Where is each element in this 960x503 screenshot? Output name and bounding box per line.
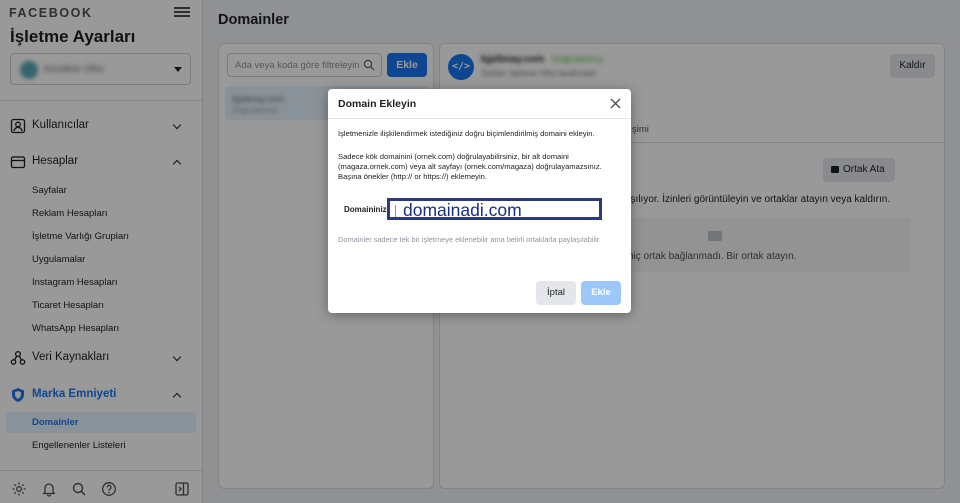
confirm-add-button[interactable]: Ekle bbox=[581, 281, 621, 305]
close-icon[interactable] bbox=[610, 98, 621, 109]
dialog-note: Domainler sadece tek bir işletmeye eklen… bbox=[338, 235, 601, 244]
cancel-button[interactable]: İptal bbox=[536, 281, 576, 305]
dialog-instructions: Sadece kök domainini (ornek.com) doğrula… bbox=[338, 152, 602, 181]
add-domain-dialog: Domain Ekleyin İşletmenizle ilişkilendir… bbox=[328, 89, 631, 313]
domain-field-label: Domaininiz bbox=[344, 205, 387, 214]
text-cursor bbox=[395, 205, 396, 217]
dialog-title: Domain Ekleyin bbox=[338, 98, 417, 110]
divider bbox=[328, 118, 631, 119]
domain-input-value: domainadi.com bbox=[403, 200, 522, 220]
domain-input[interactable]: domainadi.com bbox=[387, 198, 602, 220]
dialog-description: İşletmenizle ilişkilendirmek istediğiniz… bbox=[338, 129, 595, 138]
